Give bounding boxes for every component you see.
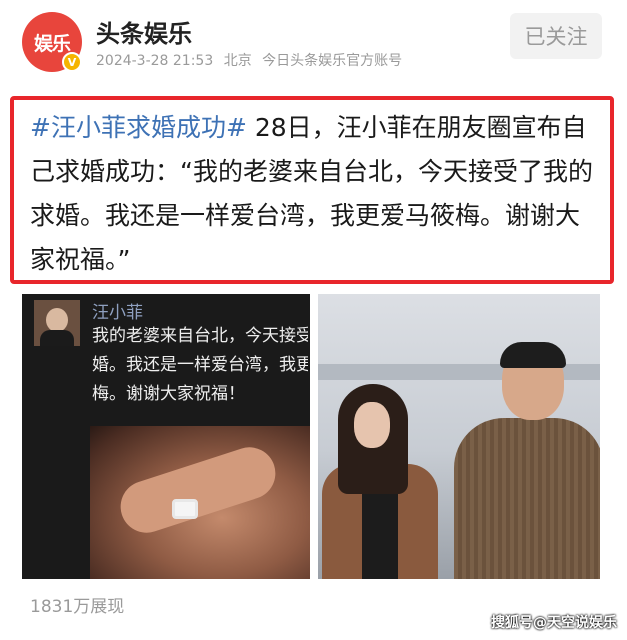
man-figure [454, 418, 600, 579]
moments-avatar [34, 300, 80, 346]
post-location: 北京 [223, 53, 252, 69]
hashtag-link[interactable]: #汪小菲求婚成功# [30, 113, 247, 142]
post-text-highlight: #汪小菲求婚成功# 28日，汪小菲在朋友圈宣布自己求婚成功：“我的老婆来自台北，… [10, 96, 614, 284]
ring-icon [172, 499, 198, 519]
follow-button[interactable]: 已关注 [510, 13, 602, 59]
man-hair [500, 342, 566, 368]
author-name[interactable]: 头条娱乐 [96, 14, 192, 49]
account-description: 今日头条娱乐官方账号 [262, 53, 403, 69]
verified-badge-icon: V [62, 52, 82, 72]
moments-post-text: 我的老婆来自台北，今天接受 婚。我还是一样爱台湾，我更 梅。谢谢大家祝福！ [92, 326, 308, 404]
moments-screenshot-image[interactable]: 汪小菲 我的老婆来自台北，今天接受 婚。我还是一样爱台湾，我更 梅。谢谢大家祝福… [22, 294, 310, 579]
moments-author-name: 汪小菲 [92, 303, 143, 323]
woman-face [354, 402, 390, 448]
author-avatar[interactable]: 娱乐 V [22, 12, 82, 72]
post-meta: 2024-3-28 21:53 北京 今日头条娱乐官方账号 [96, 50, 408, 70]
source-watermark: 搜狐号@天空说娱乐 [491, 615, 617, 631]
view-count: 1831万展现 [30, 597, 125, 617]
post-text: #汪小菲求婚成功# 28日，汪小菲在朋友圈宣布自己求婚成功：“我的老婆来自台北，… [30, 106, 596, 282]
post-date: 2024-3-28 21:53 [96, 53, 214, 69]
couple-photo-image[interactable] [318, 294, 600, 579]
